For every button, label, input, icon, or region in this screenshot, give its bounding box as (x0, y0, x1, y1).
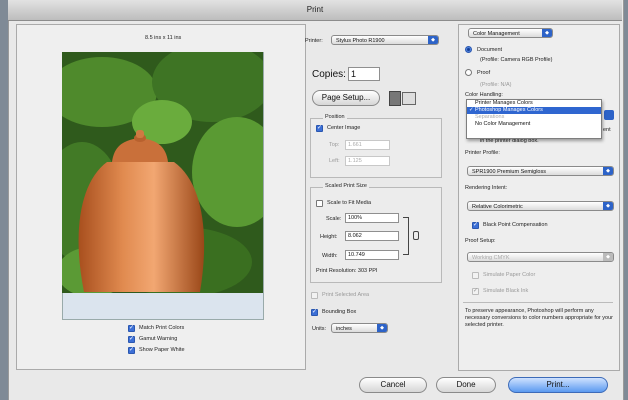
link-icon (413, 231, 419, 240)
simulate-paper-label: Simulate Paper Color (483, 272, 536, 278)
chevron-updown-icon: ◆ (542, 29, 552, 37)
proof-setup-select[interactable]: Working CMYK ◆ (467, 252, 614, 262)
constrain-bracket (403, 217, 409, 255)
scaled-print-size-legend: Scaled Print Size (323, 183, 369, 189)
document-profile: (Profile: Camera RGB Profile) (480, 57, 553, 63)
chevron-updown-icon: ◆ (603, 202, 613, 210)
left-label: Left: (329, 158, 340, 164)
description-text: To preserve appearance, Photoshop will p… (465, 308, 613, 328)
units-value: inches (336, 326, 352, 332)
chevron-updown-icon: ◆ (603, 167, 613, 175)
menu-item-printer-manages[interactable]: Printer Manages Colors (467, 100, 601, 107)
rendering-intent-value: Relative Colorimetric (472, 204, 523, 210)
simulate-ink-checkbox[interactable]: ✓ (472, 288, 479, 295)
proof-label: Proof (477, 70, 491, 76)
preview-image (62, 52, 263, 293)
copies-field[interactable]: 1 (348, 67, 380, 81)
scale-to-fit-label: Scale to Fit Media (327, 200, 372, 206)
chevron-updown-icon: ◆ (428, 36, 438, 44)
left-field[interactable]: 1.125 (345, 156, 390, 166)
match-print-colors-checkbox[interactable]: ✓ (128, 325, 135, 332)
print-button[interactable]: Print... (508, 377, 608, 393)
cancel-button[interactable]: Cancel (359, 377, 427, 393)
simulate-ink-label: Simulate Black Ink (483, 288, 529, 294)
position-legend: Position (323, 114, 347, 120)
scale-label: Scale: (326, 216, 342, 222)
paper-size-label: 8.5 ins x 11 ins (145, 35, 182, 41)
print-resolution-text: Print Resolution: 303 PPI (316, 268, 378, 274)
menu-item-photoshop-manages[interactable]: ✓ Photoshop Manages Colors (467, 107, 601, 114)
width-label: Width: (322, 253, 338, 259)
printer-profile-value: SPR1900 Premium Semigloss (472, 169, 546, 175)
printer-profile-label: Printer Profile: (465, 150, 500, 156)
chevron-updown-icon: ◆ (377, 324, 387, 332)
printer-label: Printer: (305, 38, 323, 44)
match-print-colors-label: Match Print Colors (139, 325, 185, 331)
rendering-intent-select[interactable]: Relative Colorimetric ◆ (467, 201, 614, 211)
color-handling-arrow (604, 110, 614, 120)
chevron-updown-icon: ◆ (603, 253, 613, 261)
copies-label: Copies: (312, 69, 346, 80)
bounding-box-checkbox[interactable]: ✓ (311, 309, 318, 316)
document-label: Document (477, 47, 503, 53)
portrait-orientation-icon[interactable] (389, 91, 401, 106)
scale-to-fit-checkbox[interactable] (316, 200, 323, 207)
black-point-label: Black Point Compensation (483, 222, 548, 228)
section-select[interactable]: Color Management ◆ (468, 28, 553, 38)
menu-item-photoshop-label: Photoshop Manages Colors (475, 107, 543, 113)
units-select[interactable]: inches ◆ (331, 323, 388, 333)
print-selected-area-label: Print Selected Area (322, 292, 370, 298)
top-label: Top: (329, 142, 340, 148)
units-label: Units: (312, 326, 327, 332)
rendering-intent-label: Rendering Intent: (465, 185, 508, 191)
gamut-warning-label: Gamut Warning (139, 336, 178, 342)
proof-setup-value: Working CMYK (472, 255, 510, 261)
dialog-title: Print (306, 5, 324, 14)
scale-field[interactable]: 100% (345, 213, 399, 223)
center-image-checkbox[interactable]: ✓ (316, 125, 323, 132)
proof-setup-label: Proof Setup: (465, 238, 496, 244)
height-field[interactable]: 8.062 (345, 231, 399, 241)
proof-profile: (Profile: N/A) (480, 82, 512, 88)
bounding-box-label: Bounding Box (322, 309, 357, 315)
gamut-warning-checkbox[interactable]: ✓ (128, 336, 135, 343)
menu-item-no-color-management[interactable]: No Color Management (467, 121, 601, 128)
proof-radio[interactable] (465, 69, 472, 76)
description-divider (463, 302, 613, 303)
printer-value: Stylus Photo R1900 (336, 38, 385, 44)
printer-profile-select[interactable]: SPR1900 Premium Semigloss ◆ (467, 166, 614, 176)
done-button[interactable]: Done (436, 377, 496, 393)
print-selected-area-checkbox[interactable] (311, 292, 318, 299)
landscape-orientation-icon[interactable] (402, 92, 416, 105)
menu-item-separations[interactable]: Separations (467, 114, 601, 121)
color-handling-menu[interactable]: Printer Manages Colors ✓ Photoshop Manage… (466, 99, 602, 139)
width-field[interactable]: 10.749 (345, 250, 399, 260)
show-paper-white-label: Show Paper White (139, 347, 185, 353)
show-paper-white-checkbox[interactable]: ✓ (128, 347, 135, 354)
page-setup-button[interactable]: Page Setup... (312, 90, 380, 106)
black-point-checkbox[interactable]: ✓ (472, 222, 479, 229)
section-value: Color Management (473, 31, 520, 37)
top-field[interactable]: 1.661 (345, 140, 390, 150)
simulate-paper-checkbox[interactable] (472, 272, 479, 279)
title-bar[interactable]: Print (8, 0, 622, 21)
partial-hidden-text-1: ent (603, 127, 611, 133)
checkmark-icon: ✓ (469, 107, 474, 113)
color-handling-label: Color Handling: (465, 92, 503, 98)
center-image-label: Center Image (327, 125, 361, 131)
printer-select[interactable]: Stylus Photo R1900 ◆ (331, 35, 439, 45)
height-label: Height: (320, 234, 338, 240)
document-radio[interactable] (465, 46, 472, 53)
